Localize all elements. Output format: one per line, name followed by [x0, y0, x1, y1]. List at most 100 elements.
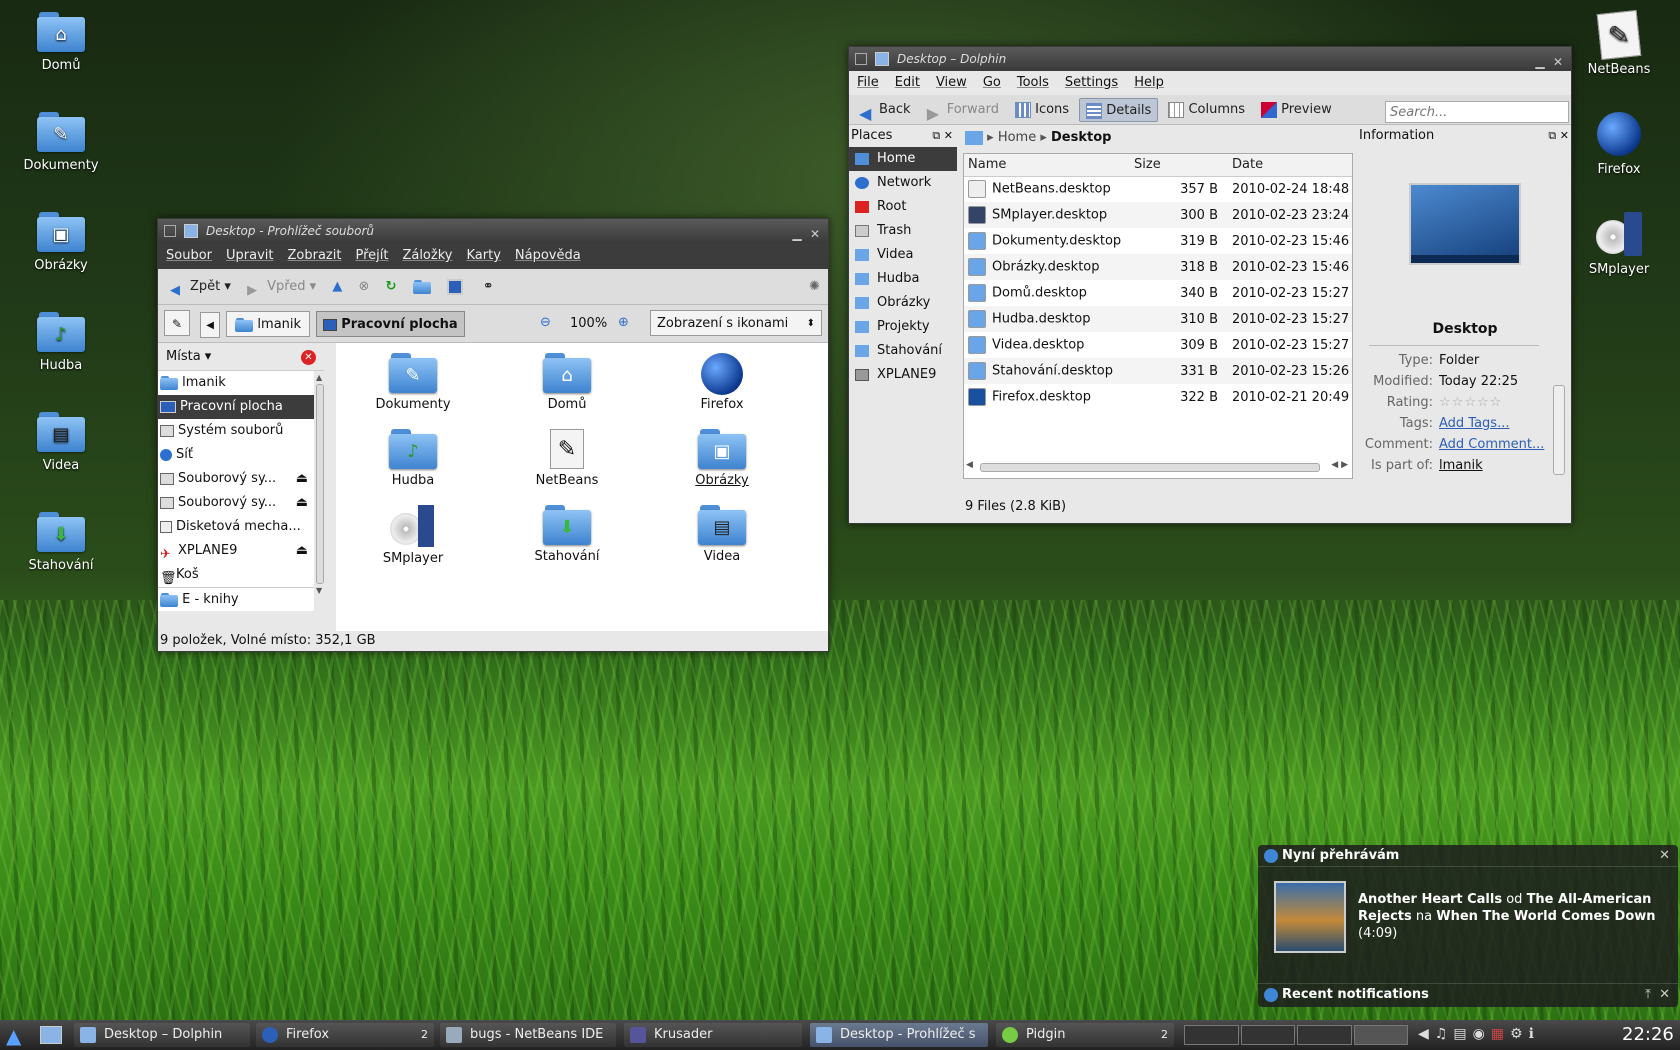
- panel-close-icon[interactable]: ⧉ ✕: [1548, 125, 1569, 147]
- place-trash[interactable]: Trash: [849, 219, 957, 243]
- file-name-cell[interactable]: SMplayer.desktop: [964, 202, 1130, 228]
- view-mode-select[interactable]: Zobrazení s ikonami ⬍: [650, 310, 822, 336]
- stop-button[interactable]: ⊗: [353, 275, 376, 299]
- back-button[interactable]: ◀ Zpět ▾: [164, 275, 237, 299]
- place-xplane9[interactable]: XPLANE9: [849, 363, 957, 387]
- file-name-cell[interactable]: Videa.desktop: [964, 332, 1130, 358]
- pager-desktop-2[interactable]: [1240, 1025, 1295, 1045]
- item-stahovani[interactable]: ⬇ Stahování: [502, 505, 632, 564]
- menu-upravit[interactable]: Upravit: [226, 248, 273, 263]
- close-button[interactable]: ✕: [806, 225, 824, 243]
- item-obrazky[interactable]: ▣ Obrázky: [657, 429, 787, 488]
- place-system[interactable]: Systém souborů: [158, 419, 314, 443]
- menu-settings[interactable]: Settings: [1065, 75, 1118, 90]
- desktop-icon-music[interactable]: ♪ Hudba: [11, 312, 111, 373]
- menu-file[interactable]: File: [857, 75, 879, 90]
- search-input[interactable]: [1385, 101, 1569, 123]
- desktop-icon-netbeans[interactable]: ✎ NetBeans: [1569, 10, 1669, 77]
- breadcrumb-home[interactable]: Home: [998, 130, 1036, 145]
- forward-button[interactable]: ▶ Vpřed ▾: [241, 275, 322, 299]
- star-icon[interactable]: ☆: [1477, 395, 1490, 410]
- menu-napoveda[interactable]: Nápověda: [515, 248, 581, 263]
- clock[interactable]: 22:26: [1622, 1024, 1674, 1045]
- task-firefox[interactable]: Firefox 2: [256, 1023, 434, 1047]
- places-scrollbar[interactable]: ▲ ▼: [316, 373, 326, 629]
- file-name-cell[interactable]: Domů.desktop: [964, 280, 1130, 306]
- item-domu[interactable]: ⌂ Domů: [502, 353, 632, 412]
- menu-zalozky[interactable]: Záložky: [402, 248, 452, 263]
- up-button[interactable]: ▲: [326, 275, 348, 299]
- panel-close-icon[interactable]: ⧉ ✕: [932, 125, 953, 147]
- back-button[interactable]: ◀ Back: [853, 98, 917, 123]
- place-filesystem-2[interactable]: Souborový sy... ⏏: [158, 491, 314, 515]
- file-row[interactable]: Domů.desktop 340 B 2010-02-23 15:27: [964, 280, 1352, 306]
- menu-view[interactable]: View: [936, 75, 967, 90]
- task-krusader[interactable]: Krusader: [624, 1023, 802, 1047]
- preview-button[interactable]: Preview: [1255, 98, 1338, 122]
- menu-edit[interactable]: Edit: [895, 75, 920, 90]
- desktop-icon-smplayer[interactable]: SMplayer: [1569, 212, 1669, 277]
- details-view-button[interactable]: Details: [1079, 98, 1159, 122]
- columns-view-button[interactable]: Columns: [1162, 98, 1251, 122]
- menu-zobrazit[interactable]: Zobrazit: [287, 248, 341, 263]
- forward-button[interactable]: ▶ Forward: [921, 98, 1005, 123]
- settings-tray-icon[interactable]: ⚙: [1510, 1026, 1529, 1042]
- star-icon[interactable]: ☆: [1490, 395, 1503, 410]
- menu-prejit[interactable]: Přejít: [355, 248, 388, 263]
- column-date[interactable]: Date: [1228, 154, 1352, 177]
- tray-arrow-icon[interactable]: ◀: [1418, 1026, 1435, 1042]
- star-icon[interactable]: ☆: [1464, 395, 1477, 410]
- file-name-cell[interactable]: Dokumenty.desktop: [964, 228, 1130, 254]
- file-name-cell[interactable]: Firefox.desktop: [964, 384, 1130, 410]
- info-scrollbar[interactable]: [1553, 371, 1567, 491]
- menu-go[interactable]: Go: [983, 75, 1001, 90]
- file-name-cell[interactable]: Stahování.desktop: [964, 358, 1130, 384]
- place-root[interactable]: Root: [849, 195, 957, 219]
- file-row[interactable]: SMplayer.desktop 300 B 2010-02-23 23:24: [964, 202, 1352, 228]
- place-filesystem-1[interactable]: Souborový sy... ⏏: [158, 467, 314, 491]
- file-name-cell[interactable]: NetBeans.desktop: [964, 176, 1130, 202]
- column-size[interactable]: Size: [1130, 154, 1228, 177]
- menu-karty[interactable]: Karty: [466, 248, 500, 263]
- zoom-out-button[interactable]: ⊖: [540, 315, 551, 330]
- item-smplayer[interactable]: SMplayer: [348, 505, 478, 566]
- eject-icon[interactable]: ⏏: [296, 467, 308, 491]
- clipboard-icon[interactable]: ▤: [1453, 1026, 1472, 1042]
- menu-tools[interactable]: Tools: [1017, 75, 1049, 90]
- file-row[interactable]: Dokumenty.desktop 319 B 2010-02-23 15:46: [964, 228, 1352, 254]
- place-projekty[interactable]: Projekty: [849, 315, 957, 339]
- breadcrumb-current[interactable]: Desktop: [1051, 130, 1111, 145]
- task-dolphin[interactable]: Desktop – Dolphin: [74, 1023, 250, 1047]
- place-lmanik[interactable]: lmanik: [158, 371, 314, 395]
- recent-actions[interactable]: ⤒ ✕: [1645, 984, 1670, 1006]
- window-menu-icon[interactable]: [855, 53, 867, 65]
- place-network[interactable]: Síť: [158, 443, 314, 467]
- file-row[interactable]: Stahování.desktop 331 B 2010-02-23 15:26: [964, 358, 1352, 384]
- eject-icon[interactable]: ⏏: [296, 491, 308, 515]
- crumb-back-button[interactable]: ◀: [200, 312, 221, 338]
- task-konqueror[interactable]: Desktop - Prohlížeč s: [810, 1023, 988, 1047]
- pager-desktop-3[interactable]: [1297, 1025, 1352, 1045]
- network-tray-icon[interactable]: ◉: [1473, 1026, 1491, 1042]
- find-button[interactable]: ⚭: [477, 275, 500, 299]
- window-menu-icon[interactable]: [164, 225, 176, 237]
- place-network[interactable]: Network: [849, 171, 957, 195]
- show-desktop-icon[interactable]: [40, 1026, 62, 1044]
- icons-view-button[interactable]: Icons: [1009, 98, 1075, 122]
- rating-stars[interactable]: ☆☆☆☆☆: [1439, 392, 1544, 413]
- place-xplane9[interactable]: ✈ XPLANE9 ⏏: [158, 539, 314, 563]
- close-button[interactable]: ✕: [1549, 53, 1567, 71]
- pager[interactable]: [1184, 1025, 1408, 1045]
- mista-title[interactable]: Místa: [166, 349, 201, 364]
- file-row[interactable]: Videa.desktop 309 B 2010-02-23 15:27: [964, 332, 1352, 358]
- file-row[interactable]: Hudba.desktop 310 B 2010-02-23 15:27: [964, 306, 1352, 332]
- desktop-icon-videos[interactable]: ▤ Videa: [11, 412, 111, 473]
- crumb-lmanik[interactable]: lmanik: [226, 311, 311, 337]
- item-hudba[interactable]: ♪ Hudba: [348, 429, 478, 488]
- desktop-icon-home[interactable]: ⌂ Domů: [11, 12, 111, 73]
- desktop-icon-documents[interactable]: ✎ Dokumenty: [11, 112, 111, 173]
- place-stahovani[interactable]: Stahování: [849, 339, 957, 363]
- desktop-icon-pictures[interactable]: ▣ Obrázky: [11, 212, 111, 273]
- add-tags-link[interactable]: Add Tags...: [1439, 413, 1544, 434]
- file-row[interactable]: Obrázky.desktop 318 B 2010-02-23 15:46: [964, 254, 1352, 280]
